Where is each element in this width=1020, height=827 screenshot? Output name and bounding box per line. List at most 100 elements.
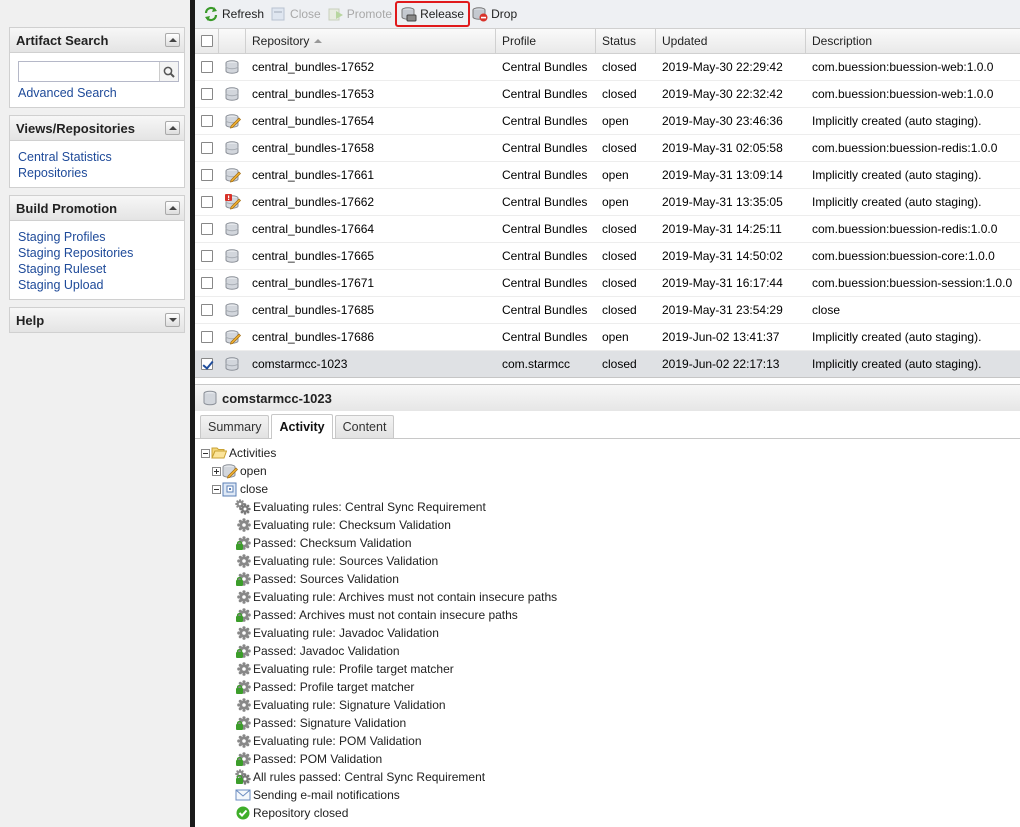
nav-staging-ruleset[interactable]: Staging Ruleset	[18, 261, 176, 277]
artifact-search-header[interactable]: Artifact Search	[9, 27, 185, 53]
row-checkbox-cell[interactable]	[195, 216, 219, 242]
tab-activity[interactable]: Activity	[271, 414, 333, 439]
row-checkbox[interactable]	[201, 250, 213, 262]
advanced-search-link[interactable]: Advanced Search	[18, 85, 176, 101]
collapse-up-icon[interactable]	[165, 121, 180, 135]
cell-description: Implicitly created (auto staging).	[812, 357, 982, 371]
collapse-toggle-icon[interactable]	[201, 448, 210, 458]
row-checkbox[interactable]	[201, 331, 213, 343]
activity-event[interactable]: Passed: Checksum Validation	[201, 534, 1020, 552]
table-row[interactable]: central_bundles-17653 Central Bundles clos…	[195, 81, 1020, 108]
promote-label: Promote	[346, 7, 393, 21]
collapse-up-icon[interactable]	[165, 33, 180, 47]
collapse-up-icon[interactable]	[165, 201, 180, 215]
row-checkbox[interactable]	[201, 142, 213, 154]
row-checkbox[interactable]	[201, 169, 213, 181]
column-header-updated[interactable]: Updated	[656, 29, 806, 53]
activity-event[interactable]: Passed: Signature Validation	[201, 714, 1020, 732]
tab-content[interactable]: Content	[334, 415, 395, 438]
select-all-checkbox[interactable]	[201, 35, 213, 47]
row-checkbox[interactable]	[201, 358, 213, 370]
activity-event[interactable]: Evaluating rule: POM Validation	[201, 732, 1020, 750]
table-row[interactable]: central_bundles-17664 Central Bundles clos…	[195, 216, 1020, 243]
activity-event[interactable]: Evaluating rules: Central Sync Requireme…	[201, 498, 1020, 516]
table-row[interactable]: central_bundles-17661 Central Bundles open…	[195, 162, 1020, 189]
row-checkbox-cell[interactable]	[195, 54, 219, 80]
row-checkbox-cell[interactable]	[195, 324, 219, 350]
column-header-status[interactable]: Status	[596, 29, 656, 53]
drop-button[interactable]: Drop	[470, 3, 520, 25]
table-row[interactable]: central_bundles-17658 Central Bundles clos…	[195, 135, 1020, 162]
release-button[interactable]: Release	[395, 1, 471, 27]
row-checkbox[interactable]	[201, 223, 213, 235]
cell-status: open	[602, 114, 629, 128]
help-header[interactable]: Help	[9, 307, 185, 333]
activity-event[interactable]: Passed: Profile target matcher	[201, 678, 1020, 696]
activity-event[interactable]: Evaluating rule: Archives must not conta…	[201, 588, 1020, 606]
activity-event[interactable]: Evaluating rule: Checksum Validation	[201, 516, 1020, 534]
activity-event[interactable]: Passed: Archives must not contain insecu…	[201, 606, 1020, 624]
table-row[interactable]: comstarmcc-1023 com.starmcc closed 2019-Jun…	[195, 351, 1020, 378]
activity-event[interactable]: Passed: Sources Validation	[201, 570, 1020, 588]
column-header-profile[interactable]: Profile	[496, 29, 596, 53]
row-checkbox-cell[interactable]	[195, 108, 219, 134]
cell-updated: 2019-May-31 14:25:11	[662, 222, 782, 236]
row-checkbox[interactable]	[201, 88, 213, 100]
activity-event[interactable]: Evaluating rule: Sources Validation	[201, 552, 1020, 570]
row-checkbox-cell[interactable]	[195, 351, 219, 377]
row-checkbox[interactable]	[201, 277, 213, 289]
row-checkbox-cell[interactable]	[195, 135, 219, 161]
column-header-description[interactable]: Description	[806, 29, 1020, 53]
search-icon[interactable]	[159, 62, 178, 81]
promote-button[interactable]: Promote	[326, 3, 395, 25]
expand-toggle-icon[interactable]	[212, 466, 221, 476]
cell-description: com.buession:buession-redis:1.0.0	[812, 141, 998, 155]
row-checkbox-cell[interactable]	[195, 270, 219, 296]
tree-node-open[interactable]: open	[201, 462, 1020, 480]
select-all-checkbox-cell[interactable]	[195, 29, 219, 53]
views-repositories-header[interactable]: Views/Repositories	[9, 115, 185, 141]
close-button[interactable]: Close	[269, 3, 324, 25]
row-checkbox-cell[interactable]	[195, 243, 219, 269]
activity-event[interactable]: Evaluating rule: Signature Validation	[201, 696, 1020, 714]
nav-repositories[interactable]: Repositories	[18, 165, 176, 181]
tree-node-activities[interactable]: Activities	[201, 444, 1020, 462]
activity-event[interactable]: All rules passed: Central Sync Requireme…	[201, 768, 1020, 786]
row-checkbox[interactable]	[201, 115, 213, 127]
artifact-search-input[interactable]	[19, 62, 159, 81]
table-row[interactable]: central_bundles-17665 Central Bundles clos…	[195, 243, 1020, 270]
table-row[interactable]: central_bundles-17662 Central Bundles open…	[195, 189, 1020, 216]
table-row[interactable]: central_bundles-17686 Central Bundles open…	[195, 324, 1020, 351]
tree-node-close[interactable]: close	[201, 480, 1020, 498]
column-header-repository[interactable]: Repository	[246, 29, 496, 53]
table-row[interactable]: central_bundles-17685 Central Bundles clos…	[195, 297, 1020, 324]
row-checkbox[interactable]	[201, 196, 213, 208]
activity-event[interactable]: Passed: Javadoc Validation	[201, 642, 1020, 660]
activity-event-label: Evaluating rule: Javadoc Validation	[253, 626, 439, 640]
activity-event[interactable]: Evaluating rule: Profile target matcher	[201, 660, 1020, 678]
activity-event[interactable]: Repository closed	[201, 804, 1020, 822]
nav-staging-profiles[interactable]: Staging Profiles	[18, 229, 176, 245]
refresh-button[interactable]: Refresh	[201, 3, 267, 25]
activity-event[interactable]: Passed: POM Validation	[201, 750, 1020, 768]
nav-central-statistics[interactable]: Central Statistics	[18, 149, 176, 165]
row-checkbox-cell[interactable]	[195, 297, 219, 323]
nav-staging-repositories[interactable]: Staging Repositories	[18, 245, 176, 261]
row-checkbox[interactable]	[201, 304, 213, 316]
table-row[interactable]: central_bundles-17652 Central Bundles clos…	[195, 54, 1020, 81]
activity-event[interactable]: Evaluating rule: Javadoc Validation	[201, 624, 1020, 642]
expand-down-icon[interactable]	[165, 313, 180, 327]
table-row[interactable]: central_bundles-17671 Central Bundles clos…	[195, 270, 1020, 297]
collapse-toggle-icon[interactable]	[212, 484, 221, 494]
cell-repository: central_bundles-17661	[252, 168, 375, 182]
nav-staging-upload[interactable]: Staging Upload	[18, 277, 176, 293]
row-checkbox-cell[interactable]	[195, 162, 219, 188]
row-checkbox-cell[interactable]	[195, 81, 219, 107]
cell-repository: central_bundles-17654	[252, 114, 375, 128]
row-checkbox-cell[interactable]	[195, 189, 219, 215]
row-checkbox[interactable]	[201, 61, 213, 73]
build-promotion-header[interactable]: Build Promotion	[9, 195, 185, 221]
tab-summary[interactable]: Summary	[200, 415, 270, 438]
table-row[interactable]: central_bundles-17654 Central Bundles open…	[195, 108, 1020, 135]
activity-event[interactable]: Sending e-mail notifications	[201, 786, 1020, 804]
